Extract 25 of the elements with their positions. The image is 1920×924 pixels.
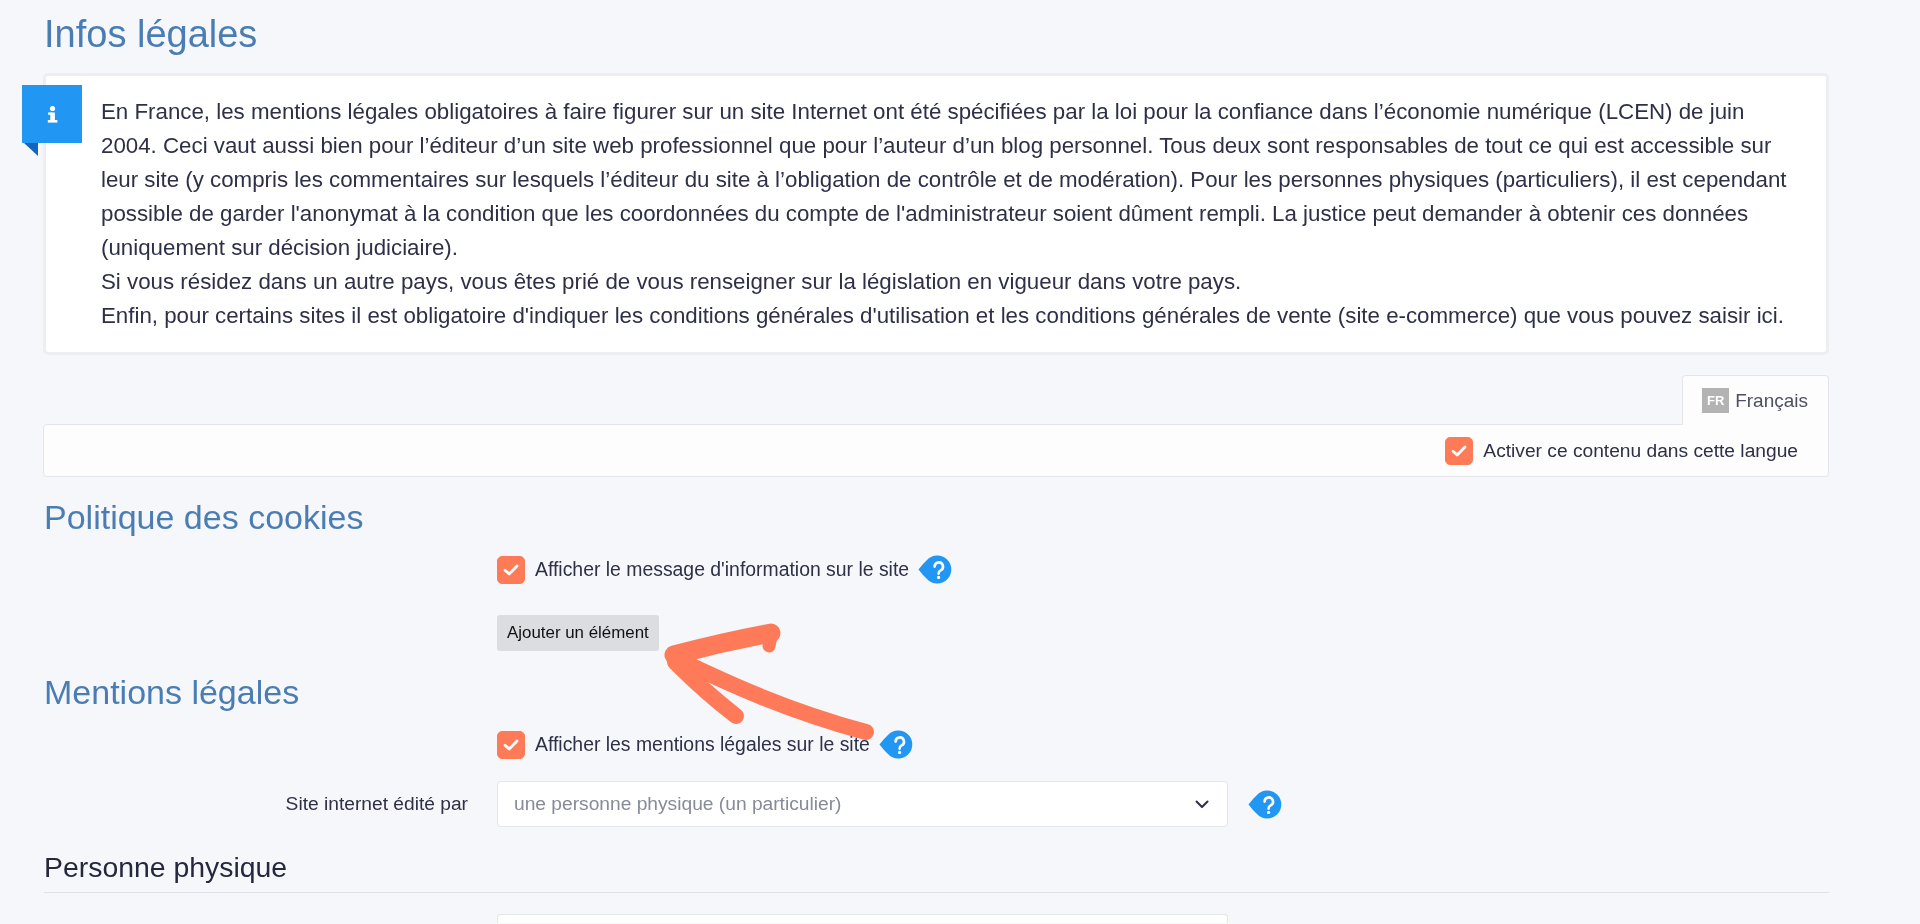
- checkbox[interactable]: [497, 555, 525, 584]
- section-title: Mentions légales: [44, 672, 301, 712]
- checkbox[interactable]: [497, 730, 525, 759]
- language-tab[interactable]: FR Français: [1682, 375, 1829, 425]
- info-paragraph: Si vous résidez dans un autre pays, vous êtes prié de vous renseigner sur la législation en vigueur dans votre pays.: [101, 268, 1243, 296]
- field-label: Site internet édité par: [284, 793, 468, 815]
- help-icon[interactable]: [918, 555, 954, 584]
- language-code-badge: FR: [1702, 388, 1730, 413]
- help-icon[interactable]: [1248, 789, 1283, 819]
- add-element-button[interactable]: Ajouter un élément: [497, 615, 659, 651]
- checkbox-label: Afficher les mentions légales sur le site: [535, 733, 870, 756]
- checkbox-label: Activer ce contenu dans cette langue: [1483, 439, 1798, 462]
- check-icon: [503, 738, 519, 751]
- help-icon[interactable]: [878, 730, 914, 759]
- page-title: Infos légales: [44, 12, 259, 56]
- section-subtitle: Personne physique: [44, 849, 1829, 893]
- checkbox[interactable]: [1445, 436, 1474, 465]
- info-paragraph: En France, les mentions légales obligatoires à faire figurer sur un site Internet ont été spécifiées par la loi pour la confiance dans l’économie numérique (LCEN) de juin 2004. Ceci vaut aussi bien pour l’éditeur d’un site web professionnel que pour l’auteur d’un blog personnel. Tous deux sont responsables de tout ce qui est accessible sur leur site (y compris les commentaires sur lesquels l’éditeur du site à l’obligation de contrôle et de modération). Pour les personnes physiques (particuliers), il est cependant possible de garder l'anonymat à la condition que les coordonnées du compte de l'administrateur soient dûment rempli. La justice peut demander à obtenir ces données (uniquement sur décision judiciaire).: [101, 98, 1788, 262]
- chevron-down-icon: [1195, 799, 1209, 809]
- info-paragraph: Enfin, pour certains sites il est obligatoire d'indiquer les conditions générales d'utilisation et les conditions générales de vente (site e-commerce) que vous pouvez saisir ici.: [101, 302, 1785, 330]
- input-field[interactable]: [497, 914, 1228, 923]
- checkbox-label: Afficher le message d'information sur le site: [535, 558, 910, 581]
- check-icon: [503, 563, 519, 576]
- section-title: Politique des cookies: [44, 497, 365, 537]
- check-icon: [1451, 444, 1468, 457]
